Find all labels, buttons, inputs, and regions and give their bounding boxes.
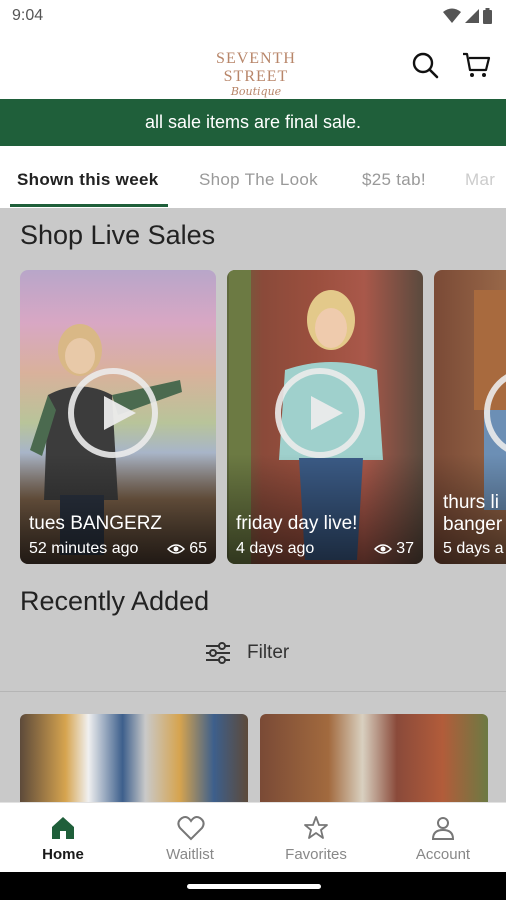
brand-logo[interactable]: SEVENTH STREET Boutique	[186, 50, 326, 98]
signal-icon	[465, 9, 479, 23]
tab-shop-the-look[interactable]: Shop The Look	[199, 170, 318, 190]
cart-icon[interactable]	[461, 50, 491, 80]
nav-label: Account	[415, 846, 471, 863]
card-time: 5 days a	[443, 540, 504, 557]
nav-label: Home	[42, 846, 84, 863]
section-divider	[0, 691, 506, 692]
status-icons	[443, 8, 492, 24]
bottom-navigation: Home Waitlist Favorites Account	[0, 802, 506, 873]
status-bar: 9:04	[0, 0, 506, 32]
nav-label: Waitlist	[166, 846, 214, 863]
announcement-banner: all sale items are final sale.	[0, 99, 506, 146]
home-gesture-handle[interactable]	[187, 884, 321, 889]
wifi-icon	[443, 8, 461, 23]
view-count-value: 37	[396, 540, 414, 557]
battery-icon	[483, 8, 492, 24]
card-time: 52 minutes ago	[29, 540, 139, 557]
category-tabs: Shown this week Shop The Look $25 tab! M…	[0, 146, 506, 208]
main-content: Shop Live Sales tues BANGERZ 52 minutes …	[0, 208, 506, 802]
home-icon	[52, 817, 74, 839]
star-icon	[304, 816, 328, 839]
card-time: 4 days ago	[236, 540, 315, 557]
card-title: thurs li	[443, 492, 499, 513]
live-sale-card[interactable]: thurs li banger 5 days a	[434, 270, 506, 564]
logo-text: SEVENTH STREET	[216, 50, 296, 85]
view-count: 65	[167, 540, 207, 558]
play-button[interactable]	[68, 368, 158, 458]
view-count-value: 65	[189, 540, 207, 557]
heart-icon	[177, 816, 205, 841]
active-tab-indicator	[10, 204, 168, 207]
logo-script: Boutique	[230, 85, 282, 98]
app-header: SEVENTH STREET Boutique	[0, 32, 506, 99]
nav-favorites[interactable]: Favorites	[253, 803, 379, 873]
card-title-line2: banger	[443, 514, 503, 535]
filter-label: Filter	[247, 642, 290, 663]
live-sale-card[interactable]: friday day live! 4 days ago 37	[227, 270, 423, 564]
nav-home[interactable]: Home	[0, 803, 126, 873]
product-thumbnail[interactable]	[20, 714, 248, 802]
live-sales-title: Shop Live Sales	[20, 220, 216, 250]
recently-added-title: Recently Added	[20, 586, 210, 616]
banner-text: all sale items are final sale.	[144, 112, 362, 132]
eye-icon	[374, 544, 393, 554]
person-icon	[431, 817, 455, 840]
search-icon[interactable]	[410, 50, 440, 80]
eye-icon	[167, 544, 186, 554]
nav-waitlist[interactable]: Waitlist	[127, 803, 253, 873]
play-icon	[104, 396, 136, 430]
play-button[interactable]	[275, 368, 365, 458]
play-icon	[311, 396, 343, 430]
tab-partial[interactable]: Mar	[465, 170, 495, 190]
view-count: 37	[374, 540, 414, 558]
status-time: 9:04	[12, 7, 44, 24]
live-sale-card[interactable]: tues BANGERZ 52 minutes ago 65	[20, 270, 216, 564]
filter-button[interactable]: Filter	[205, 642, 289, 664]
nav-account[interactable]: Account	[380, 803, 506, 873]
tab-shown-this-week[interactable]: Shown this week	[17, 170, 158, 190]
card-title: friday day live!	[236, 513, 358, 534]
sliders-icon	[206, 642, 230, 664]
nav-label: Favorites	[285, 846, 347, 863]
card-title: tues BANGERZ	[29, 513, 163, 534]
system-navigation-bar	[0, 872, 506, 900]
tab-25-tab[interactable]: $25 tab!	[362, 170, 426, 190]
product-thumbnail[interactable]	[260, 714, 488, 802]
